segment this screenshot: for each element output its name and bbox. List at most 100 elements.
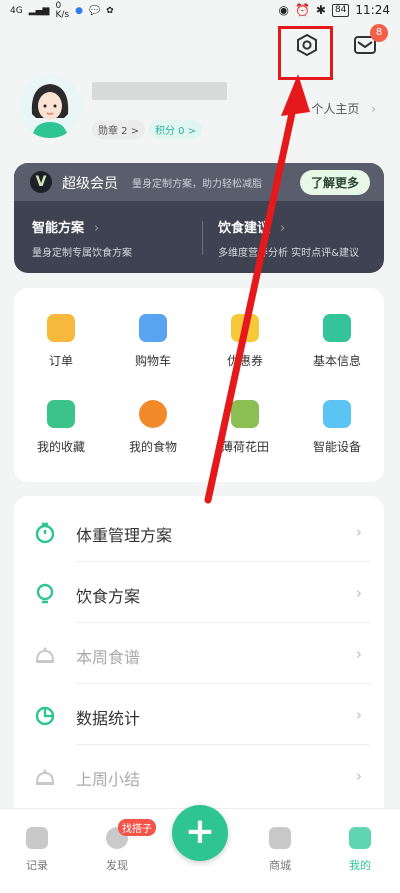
folder-star-icon xyxy=(47,400,75,428)
nickname-redacted xyxy=(92,82,227,100)
tab-label: 我的 xyxy=(349,859,371,872)
row-divider xyxy=(76,683,370,684)
grid-item-label: 我的收藏 xyxy=(36,440,85,454)
menu-list: 体重管理方案 › 饮食方案 › 本周食谱 › 数据统计 › 上周小结 › xyxy=(14,496,384,826)
vip-title: 超级会员 xyxy=(62,176,118,192)
list-item-label: 饮食方案 xyxy=(76,587,141,606)
vip-smart-plan-title: 智能方案 xyxy=(32,221,85,236)
tab-mine[interactable]: 我的 xyxy=(330,827,390,873)
chevron-right-icon: › xyxy=(356,645,362,663)
network-indicator: 4G xyxy=(10,6,23,16)
grid-item-label: 薄荷花田 xyxy=(220,440,269,454)
grid-item-orders[interactable]: 订单 xyxy=(16,314,106,369)
vip-divider xyxy=(202,221,203,255)
row-divider xyxy=(76,622,370,623)
profile-face-icon xyxy=(349,827,371,849)
vip-diet-advice-sub: 多维度营养分析 实时点评&建议 xyxy=(218,248,359,259)
find-partner-tag: 找搭子 xyxy=(118,819,156,836)
grid-item-label: 智能设备 xyxy=(312,440,361,454)
chevron-right-icon: › xyxy=(280,221,286,236)
grid-item-smart-devices[interactable]: 智能设备 xyxy=(292,400,382,455)
scale-device-icon xyxy=(323,400,351,428)
coupon-icon xyxy=(231,314,259,342)
timer-icon xyxy=(35,522,55,544)
grid-item-label: 我的食物 xyxy=(128,440,177,454)
avatar-illustration xyxy=(18,74,82,138)
grid-item-basic-info[interactable]: 基本信息 xyxy=(292,314,382,369)
signal-icon: ▂▄▆ xyxy=(28,6,50,16)
settings-highlight-box xyxy=(278,26,333,80)
shopping-bag-icon xyxy=(269,827,291,849)
mail-badge: 8 xyxy=(370,24,388,42)
chevron-right-icon: › xyxy=(94,221,100,236)
status-bar: 4G ▂▄▆ 0 K/s ● 💬 ✿ ◉ ⏰ ✱ 84 11:24 xyxy=(0,0,400,22)
eye-icon: ◉ xyxy=(278,3,289,17)
list-item-label: 上周小结 xyxy=(76,770,141,789)
grid-item-label: 订单 xyxy=(48,354,73,368)
speed-indicator: 0 K/s xyxy=(55,1,70,20)
cart-icon xyxy=(139,314,167,342)
chevron-right-icon: › xyxy=(356,584,362,602)
vip-diet-advice-title: 饮食建议 xyxy=(218,221,271,236)
grid-item-cart[interactable]: 购物车 xyxy=(108,314,198,369)
orange-icon xyxy=(139,400,167,428)
status-left: 4G ▂▄▆ 0 K/s ● 💬 ✿ xyxy=(10,2,114,20)
chat-icon: 💬 xyxy=(88,6,101,16)
add-button[interactable]: + xyxy=(172,805,228,861)
clipboard-icon xyxy=(26,827,48,849)
grid-item-my-food[interactable]: 我的食物 xyxy=(108,400,198,455)
list-item-last-week-summary[interactable]: 上周小结 › xyxy=(14,746,384,806)
chevron-right-icon: › xyxy=(356,706,362,724)
farm-field-icon xyxy=(231,400,259,428)
grid-item-favorites[interactable]: 我的收藏 xyxy=(16,400,106,455)
list-item-diet-plan[interactable]: 饮食方案 › xyxy=(14,563,384,623)
row-divider xyxy=(76,744,370,745)
chevron-right-icon: › xyxy=(356,767,362,785)
chevron-right-icon: › xyxy=(356,523,362,541)
function-grid: 订单 购物车 优惠券 基本信息 我的收藏 我的食物 薄荷花田 智能设备 xyxy=(14,288,384,482)
homepage-label: 个人主页 xyxy=(311,102,360,116)
vip-diet-advice[interactable]: 饮食建议 › 多维度营养分析 实时点评&建议 xyxy=(218,217,359,259)
bulb-icon xyxy=(36,583,54,604)
profile-header: 勋章 2 > 积分 0 > 个人主页 › xyxy=(18,74,388,144)
bluetooth-icon: ✱ xyxy=(315,3,326,17)
paw-icon: ✿ xyxy=(106,6,114,16)
chevron-right-icon: › xyxy=(371,102,376,116)
order-icon xyxy=(47,314,75,342)
alarm-icon: ⏰ xyxy=(294,3,310,17)
vip-logo-icon: V xyxy=(30,171,52,193)
tab-record[interactable]: 记录 xyxy=(7,827,67,873)
learn-more-button[interactable]: 了解更多 xyxy=(299,170,370,195)
cloche-icon xyxy=(35,769,55,785)
list-item-label: 数据统计 xyxy=(76,709,141,728)
messages-button[interactable]: 8 xyxy=(350,24,388,60)
status-right: ◉ ⏰ ✱ 84 11:24 xyxy=(278,3,390,17)
location-icon: ● xyxy=(75,6,83,16)
tab-label: 商城 xyxy=(269,859,291,872)
grid-item-mint-garden[interactable]: 薄荷花田 xyxy=(200,400,290,455)
points-pill[interactable]: 积分 0 > xyxy=(149,120,203,139)
list-item-data-stats[interactable]: 数据统计 › xyxy=(14,685,384,745)
bottom-tab-bar: 记录 发现 找搭子 + 商城 我的 xyxy=(0,805,400,893)
tab-label: 发现 xyxy=(106,859,128,872)
vip-smart-plan[interactable]: 智能方案 › 量身定制专属饮食方案 xyxy=(32,217,132,259)
row-divider xyxy=(76,561,370,562)
grid-item-coupons[interactable]: 优惠券 xyxy=(200,314,290,369)
battery-indicator: 84 xyxy=(331,3,350,17)
tab-mall[interactable]: 商城 xyxy=(250,827,310,873)
list-item-weight-plan[interactable]: 体重管理方案 › xyxy=(14,502,384,562)
pie-chart-icon xyxy=(35,706,55,726)
tab-label: 记录 xyxy=(26,859,48,872)
grid-item-label: 购物车 xyxy=(134,354,171,368)
avatar[interactable] xyxy=(18,74,82,138)
homepage-link[interactable]: 个人主页 › xyxy=(311,100,376,117)
vip-description: 量身定制方案，助力轻松减脂 xyxy=(132,179,262,190)
cloche-icon xyxy=(35,647,55,663)
list-item-label: 体重管理方案 xyxy=(76,526,173,545)
medal-pill[interactable]: 勋章 2 > xyxy=(92,120,146,139)
list-item-label: 本周食谱 xyxy=(76,648,141,667)
person-icon xyxy=(323,314,351,342)
vip-card[interactable]: V 超级会员 量身定制方案，助力轻松减脂 了解更多 智能方案 › 量身定制专属饮食… xyxy=(14,163,384,273)
clock-time: 11:24 xyxy=(355,3,390,17)
list-item-weekly-recipes[interactable]: 本周食谱 › xyxy=(14,624,384,684)
